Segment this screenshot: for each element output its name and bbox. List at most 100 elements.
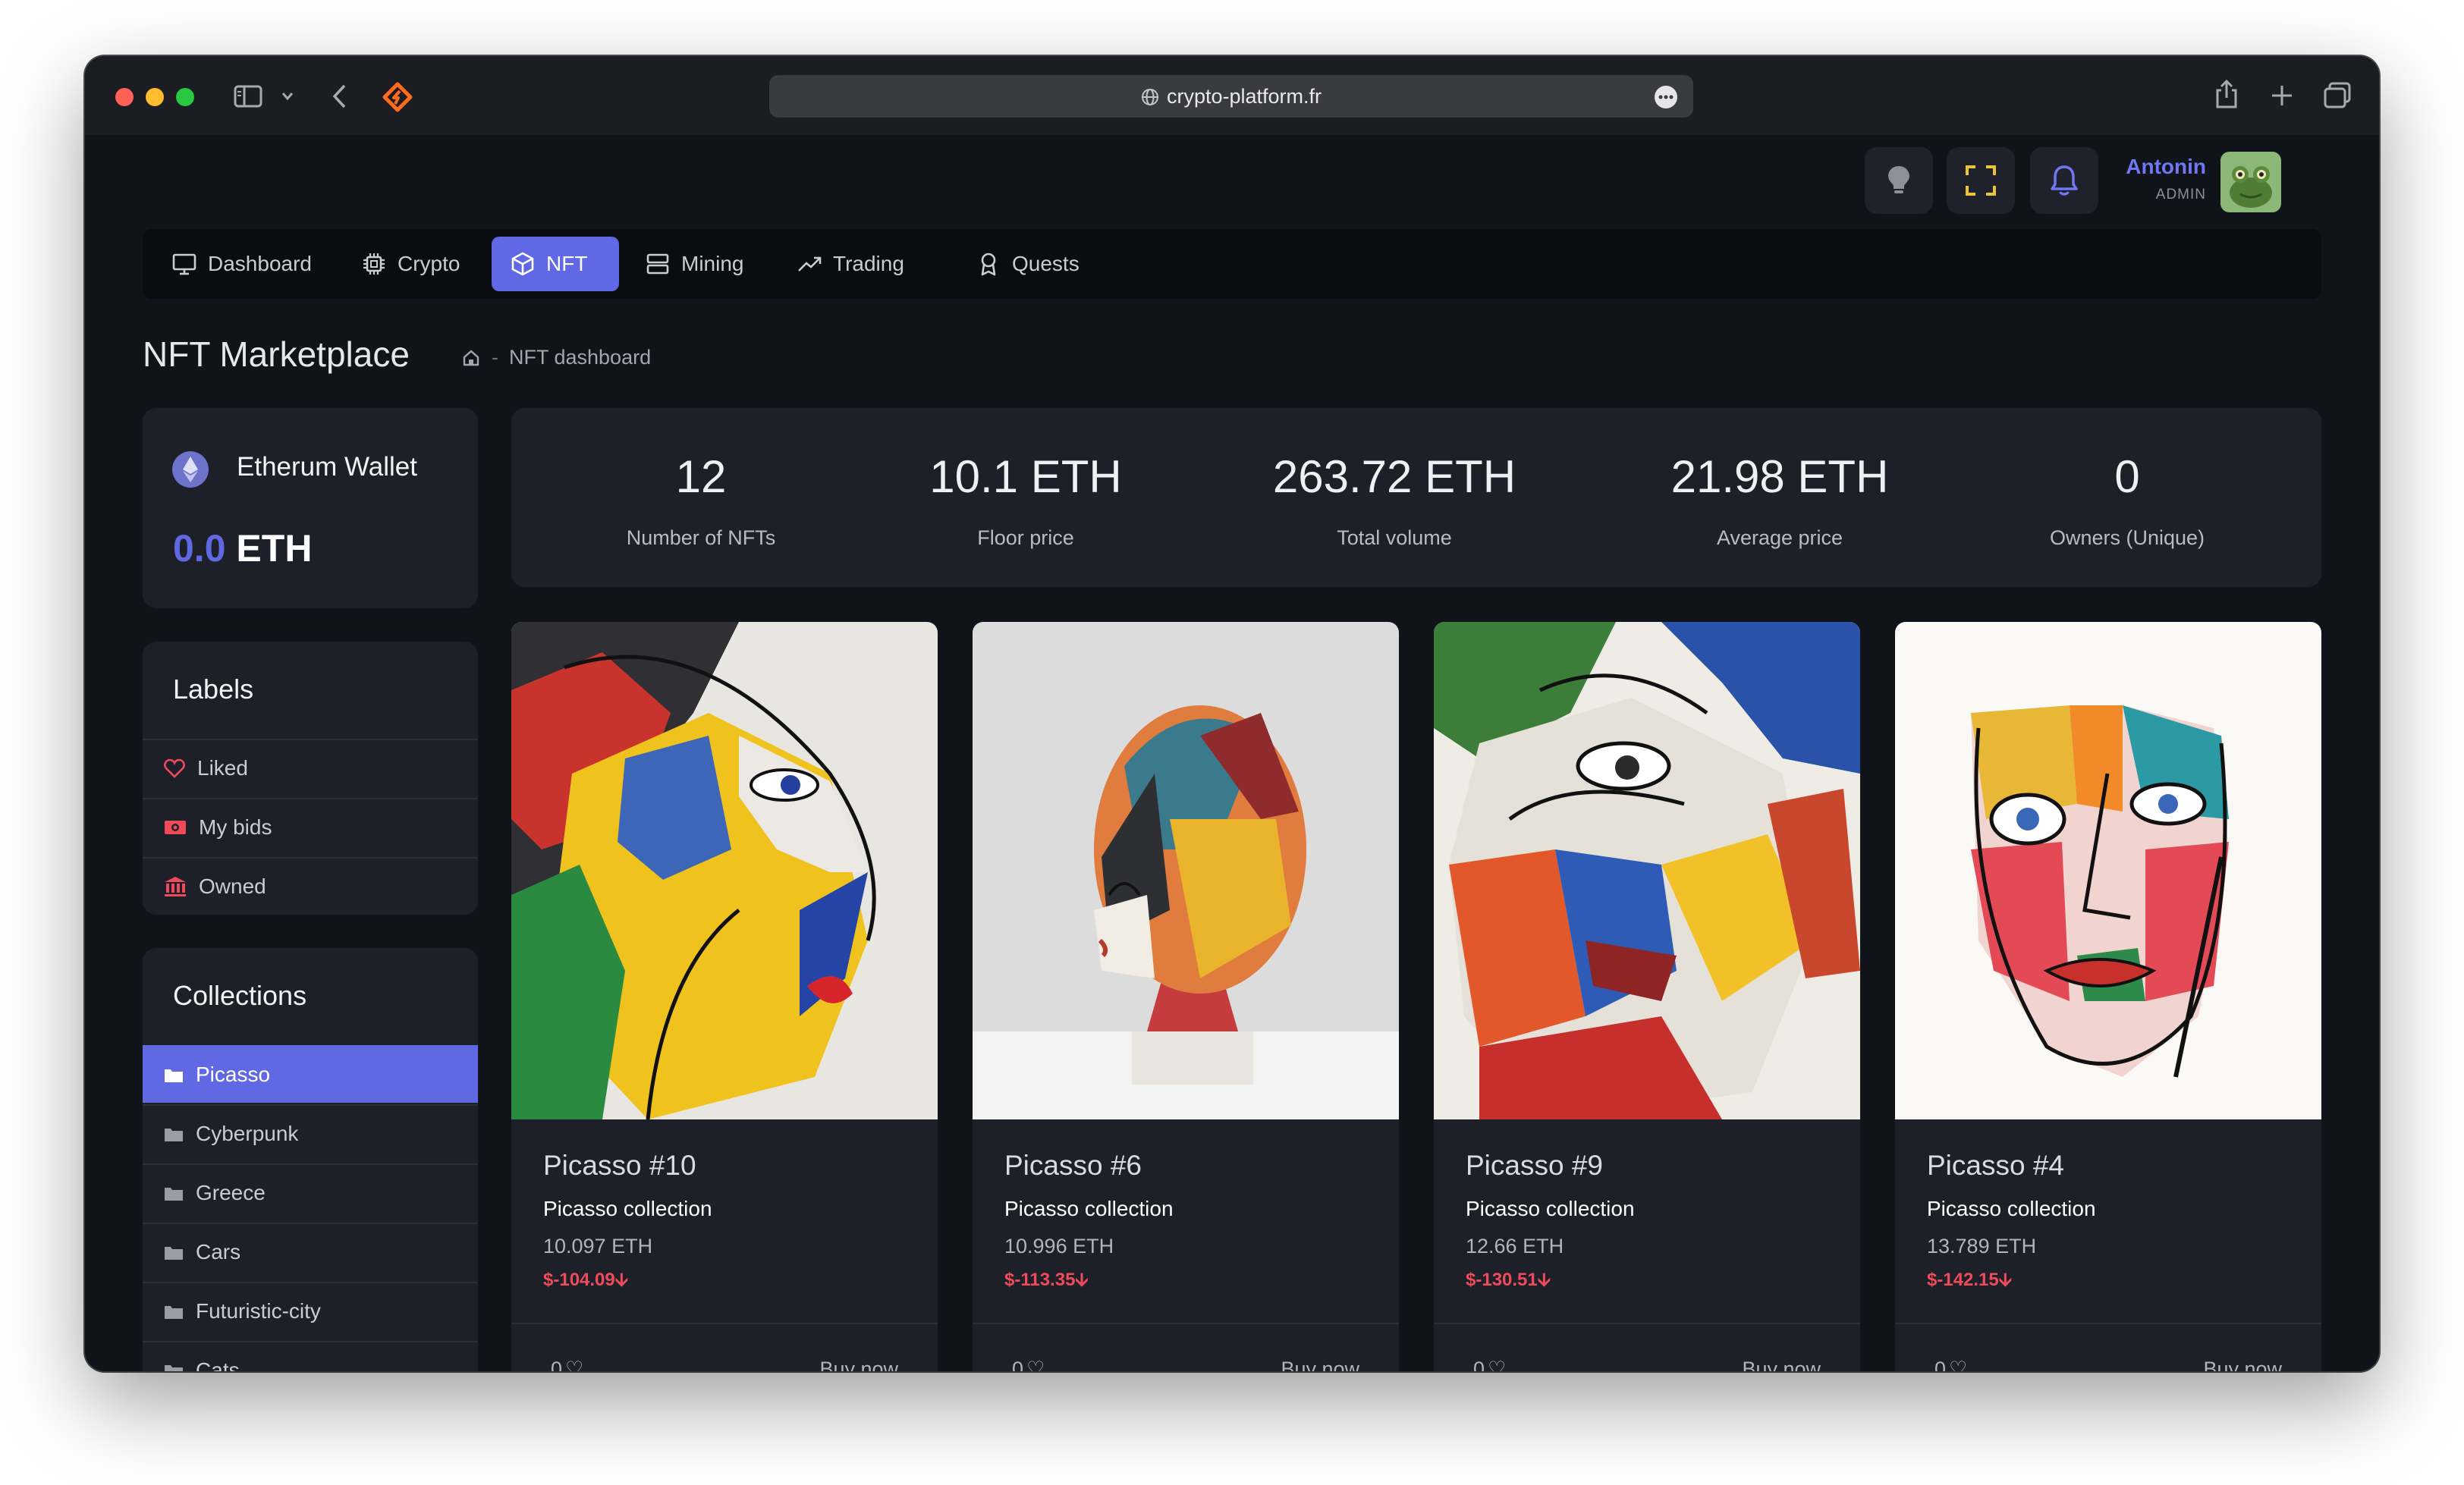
nft-title[interactable]: Picasso #9 <box>1466 1150 1603 1182</box>
lightbulb-icon <box>1888 166 1909 193</box>
labels-title: Labels <box>173 673 254 705</box>
stat-value: 10.1 ETH <box>929 451 1122 502</box>
tab-overview-icon[interactable] <box>2323 82 2352 109</box>
nav-label: Crypto <box>398 252 460 275</box>
home-icon[interactable] <box>461 348 481 368</box>
nft-image[interactable] <box>511 622 938 1119</box>
nav-mining[interactable]: Mining <box>627 237 762 291</box>
buy-now-button[interactable]: Buy now <box>2203 1358 2282 1371</box>
collection-picasso[interactable]: Picasso <box>143 1045 478 1103</box>
arrow-down-icon: 🡫 <box>1537 1270 1551 1290</box>
nav-label: Quests <box>1012 252 1080 275</box>
collection-label: Cars <box>196 1240 241 1264</box>
collection-cars[interactable]: Cars <box>143 1223 478 1280</box>
label-text: Owned <box>199 874 266 898</box>
nft-image[interactable] <box>1434 622 1860 1119</box>
like-button[interactable]: 0 ♡ <box>1473 1358 1506 1371</box>
label-text: Liked <box>197 756 248 780</box>
buy-now-button[interactable]: Buy now <box>1281 1358 1359 1371</box>
label-owned[interactable]: Owned <box>143 857 478 915</box>
bell-icon <box>2051 165 2078 196</box>
maximize-window-button[interactable] <box>176 88 194 106</box>
nft-title[interactable]: Picasso #4 <box>1927 1150 2064 1182</box>
folder-icon <box>165 1188 183 1201</box>
avatar[interactable] <box>2220 152 2281 212</box>
like-button[interactable]: 0 ♡ <box>1934 1358 1967 1371</box>
folder-icon <box>165 1365 183 1371</box>
notifications-button[interactable] <box>2030 147 2098 214</box>
close-window-button[interactable] <box>115 88 134 106</box>
nav-label: Dashboard <box>208 252 312 275</box>
nft-card[interactable]: Picasso #6 Picasso collection 10.996 ETH… <box>973 622 1399 1371</box>
wallet-balance: 0.0 ETH <box>173 526 312 570</box>
wallet-unit: ETH <box>236 527 313 570</box>
ethereum-icon <box>172 451 209 488</box>
heart-icon: ♡ <box>1949 1358 1968 1371</box>
nav-dashboard[interactable]: Dashboard <box>153 237 330 291</box>
divider <box>1895 1323 2321 1324</box>
nft-price-change: $-142.15🡫 <box>1927 1270 2012 1290</box>
buy-now-button[interactable]: Buy now <box>819 1358 898 1371</box>
nft-card[interactable]: Picasso #10 Picasso collection 10.097 ET… <box>511 622 938 1371</box>
folder-icon <box>165 1069 183 1082</box>
arrow-down-icon: 🡫 <box>614 1270 628 1290</box>
nft-card[interactable]: Picasso #4 Picasso collection 13.789 ETH… <box>1895 622 2321 1371</box>
collection-greece[interactable]: Greece <box>143 1163 478 1221</box>
collection-cyberpunk[interactable]: Cyberpunk <box>143 1104 478 1162</box>
fullscreen-button[interactable] <box>1947 147 2015 214</box>
back-icon[interactable] <box>331 83 347 109</box>
main-nav: Dashboard Crypto NFT Mining Trading Ques… <box>143 229 2321 299</box>
theme-button[interactable] <box>1865 147 1933 214</box>
sidebar-toggle-icon[interactable] <box>234 85 262 108</box>
breadcrumb: - NFT dashboard <box>461 346 651 369</box>
label-liked[interactable]: Liked <box>143 739 478 796</box>
stat-label: Owners (Unique) <box>2049 526 2205 549</box>
nft-collection: Picasso collection <box>1927 1197 2096 1220</box>
minimize-window-button[interactable] <box>146 88 164 106</box>
nft-title[interactable]: Picasso #6 <box>1004 1150 1142 1182</box>
wallet-title: Etherum Wallet <box>237 452 417 482</box>
nft-card[interactable]: Picasso #9 Picasso collection 12.66 ETH … <box>1434 622 1860 1371</box>
like-button[interactable]: 0 ♡ <box>551 1358 583 1371</box>
nft-price: 10.996 ETH <box>1004 1235 1114 1257</box>
nft-price-change: $-130.51🡫 <box>1466 1270 1551 1290</box>
wallet-card: Etherum Wallet 0.0 ETH <box>143 408 478 608</box>
buy-now-button[interactable]: Buy now <box>1742 1358 1821 1371</box>
nft-collection: Picasso collection <box>1466 1197 1635 1220</box>
stat-value: 263.72 ETH <box>1272 451 1516 502</box>
nft-price-change: $-113.35🡫 <box>1004 1270 1089 1290</box>
collection-cats[interactable]: Cats <box>143 1341 478 1371</box>
cube-icon <box>511 252 534 276</box>
bank-icon <box>165 877 186 896</box>
nft-collection: Picasso collection <box>1004 1197 1174 1220</box>
nft-title[interactable]: Picasso #10 <box>543 1150 696 1182</box>
collection-futuristic-city[interactable]: Futuristic-city <box>143 1282 478 1339</box>
label-my-bids[interactable]: My bids <box>143 798 478 856</box>
address-bar[interactable]: crypto-platform.fr <box>769 75 1693 118</box>
nft-image[interactable] <box>973 622 1399 1119</box>
nav-crypto[interactable]: Crypto <box>343 237 478 291</box>
user-name[interactable]: Antonin <box>2126 155 2206 179</box>
nft-price: 13.789 ETH <box>1927 1235 2037 1257</box>
nav-trading[interactable]: Trading <box>778 237 922 291</box>
labels-card: Labels Liked My bids Owned <box>143 642 478 915</box>
chevron-down-icon[interactable] <box>281 91 294 102</box>
new-tab-icon[interactable] <box>2270 83 2294 108</box>
nft-image[interactable] <box>1895 622 2321 1119</box>
stat-value: 21.98 ETH <box>1670 451 1889 502</box>
collection-label: Greece <box>196 1181 266 1204</box>
user-role: ADMIN <box>2155 187 2206 202</box>
nav-quests[interactable]: Quests <box>957 237 1098 291</box>
wallet-amount: 0.0 <box>173 527 226 570</box>
nft-price-change: $-104.09🡫 <box>543 1270 628 1290</box>
like-button[interactable]: 0 ♡ <box>1012 1358 1045 1371</box>
stat-label: Average price <box>1716 526 1843 549</box>
stat-value: 0 <box>2114 451 2140 502</box>
stat-label: Floor price <box>977 526 1074 549</box>
nav-label: Mining <box>681 252 744 275</box>
chip-icon <box>363 253 385 275</box>
stat-label: Number of NFTs <box>626 526 776 549</box>
share-icon[interactable] <box>2214 79 2239 109</box>
nav-nft[interactable]: NFT <box>492 237 619 291</box>
more-options-icon[interactable] <box>1654 85 1678 109</box>
